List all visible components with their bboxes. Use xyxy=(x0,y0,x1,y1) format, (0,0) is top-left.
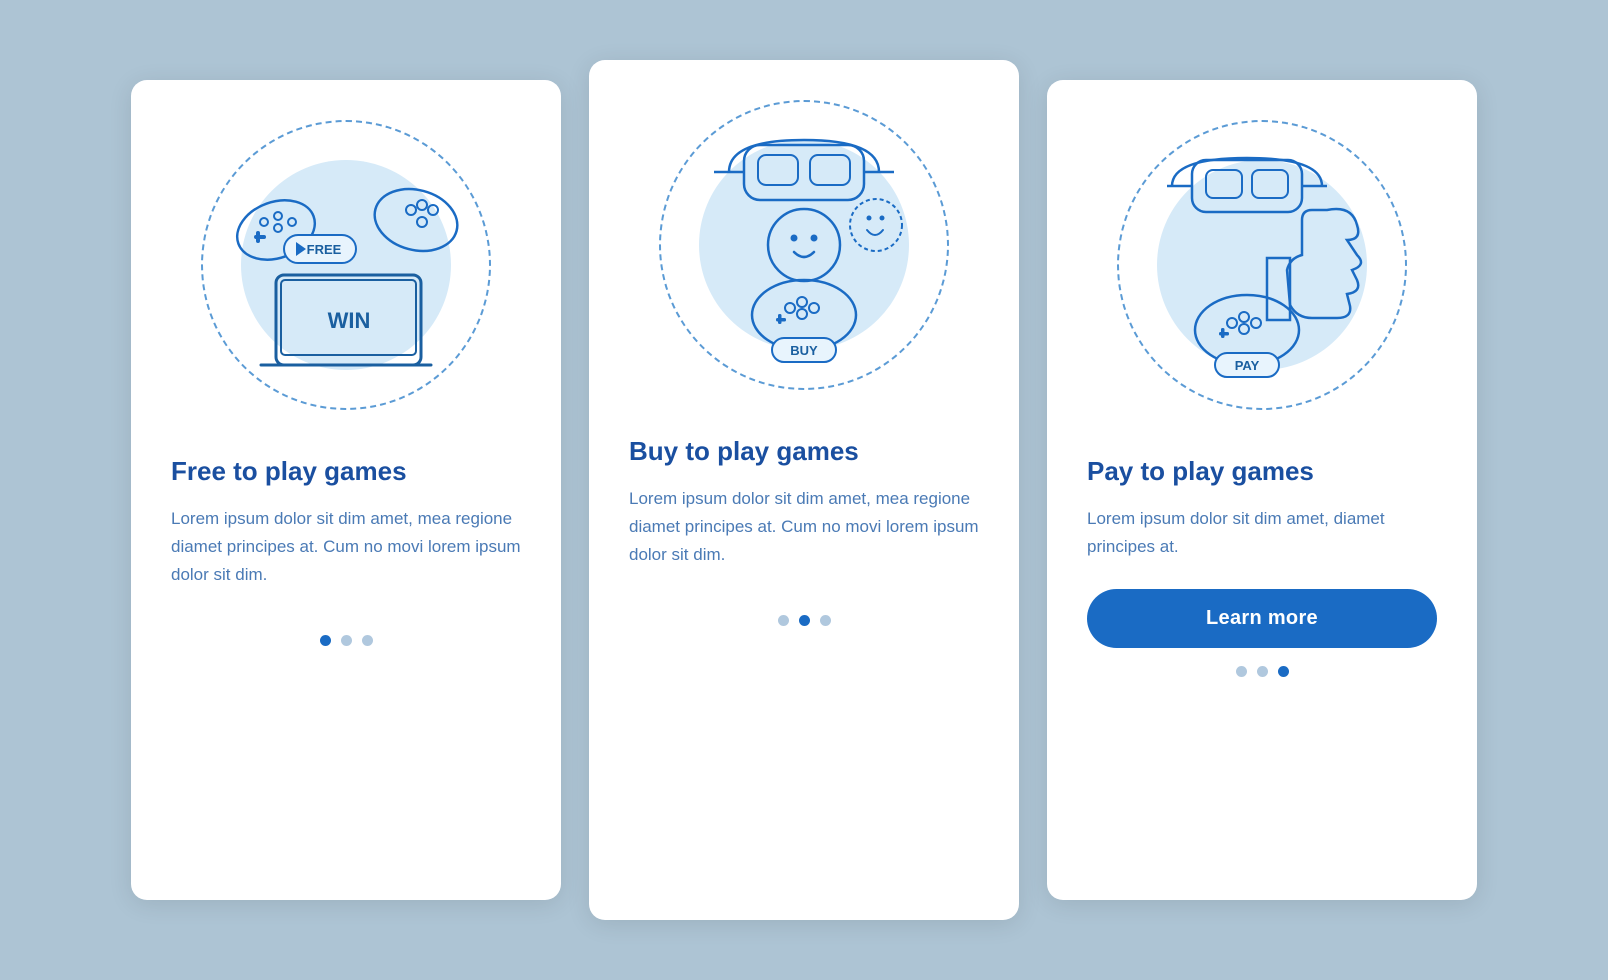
card-title-free: Free to play games xyxy=(171,456,521,487)
illustration-pay: PAY xyxy=(1047,80,1477,440)
buy-to-play-icon: BUY xyxy=(654,90,954,390)
dot-3 xyxy=(362,635,373,646)
learn-more-button[interactable]: Learn more xyxy=(1087,589,1437,648)
dot-3 xyxy=(820,615,831,626)
dots-pay xyxy=(1236,666,1289,677)
card-buy-to-play: BUY Buy to play games Lorem ipsum dolor … xyxy=(589,60,1019,920)
dot-2 xyxy=(341,635,352,646)
card-text-buy: Lorem ipsum dolor sit dim amet, mea regi… xyxy=(629,485,979,569)
dots-free xyxy=(320,635,373,646)
card-body-free: Free to play games Lorem ipsum dolor sit… xyxy=(131,440,561,617)
card-title-pay: Pay to play games xyxy=(1087,456,1437,487)
dot-3-active xyxy=(1278,666,1289,677)
svg-text:FREE: FREE xyxy=(307,242,342,257)
dot-1-active xyxy=(320,635,331,646)
card-body-buy: Buy to play games Lorem ipsum dolor sit … xyxy=(589,420,1019,597)
svg-text:WIN: WIN xyxy=(328,308,371,333)
card-pay-to-play: PAY Pay to play games Lorem ipsum dolor … xyxy=(1047,80,1477,900)
free-to-play-icon: WIN FREE xyxy=(196,110,496,410)
dot-2 xyxy=(1257,666,1268,677)
svg-text:BUY: BUY xyxy=(790,343,818,358)
card-free-to-play: WIN FREE xyxy=(131,80,561,900)
card-text-pay: Lorem ipsum dolor sit dim amet, diamet p… xyxy=(1087,505,1437,561)
dot-1 xyxy=(1236,666,1247,677)
card-title-buy: Buy to play games xyxy=(629,436,979,467)
dot-2-active xyxy=(799,615,810,626)
illustration-buy: BUY xyxy=(589,60,1019,420)
card-text-free: Lorem ipsum dolor sit dim amet, mea regi… xyxy=(171,505,521,589)
svg-text:PAY: PAY xyxy=(1235,358,1260,373)
card-body-pay: Pay to play games Lorem ipsum dolor sit … xyxy=(1047,440,1477,648)
illustration-free: WIN FREE xyxy=(131,80,561,440)
cards-container: WIN FREE xyxy=(131,60,1477,920)
dots-buy xyxy=(778,615,831,626)
dot-1 xyxy=(778,615,789,626)
pay-to-play-icon: PAY xyxy=(1112,110,1412,410)
